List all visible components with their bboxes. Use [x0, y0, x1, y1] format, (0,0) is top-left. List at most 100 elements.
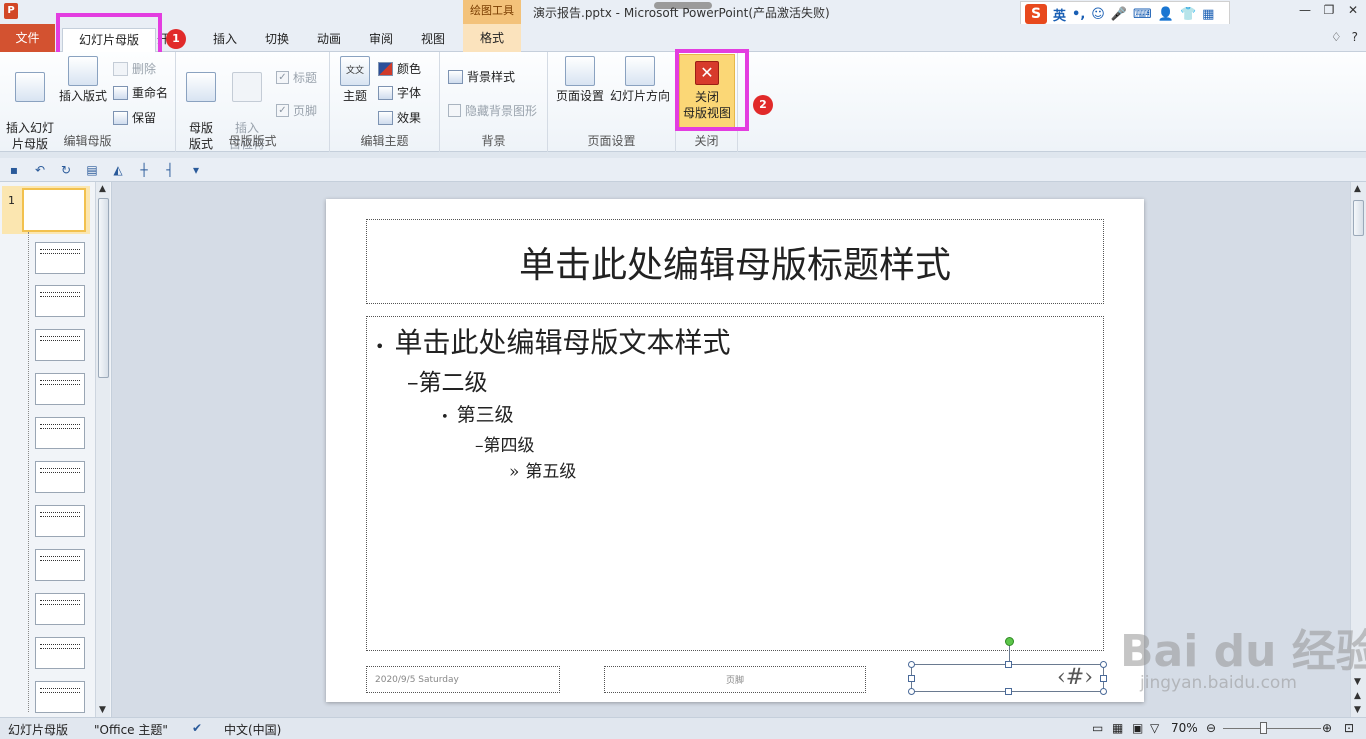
slide-orientation-label: 幻灯片方向: [609, 89, 670, 103]
zoom-in-icon[interactable]: ⊕: [1322, 721, 1332, 735]
undo-icon[interactable]: ↶: [32, 162, 48, 178]
ime-grid-icon[interactable]: ▦: [1202, 7, 1214, 22]
layout-icon[interactable]: ▤: [84, 162, 100, 178]
thumb-layout[interactable]: [35, 505, 85, 537]
thumb-layout[interactable]: [35, 549, 85, 581]
thumb-layout[interactable]: [35, 242, 85, 274]
effects-button[interactable]: 效果: [378, 109, 421, 126]
tab-file[interactable]: 文件: [0, 24, 55, 52]
scroll-down-icon[interactable]: ▼: [99, 705, 106, 715]
tab-animations[interactable]: 动画: [309, 28, 349, 52]
colors-button[interactable]: 颜色: [378, 60, 421, 77]
resize-handle[interactable]: [908, 661, 915, 668]
thumbnails-scroll-thumb[interactable]: [98, 198, 109, 378]
zoom-out-icon[interactable]: ⊖: [1206, 721, 1216, 735]
ime-voice-icon[interactable]: 🎤: [1111, 7, 1127, 22]
annotation-badge-1: 1: [166, 29, 186, 49]
save-icon[interactable]: ▪: [6, 162, 22, 178]
ime-user-icon[interactable]: 👤: [1158, 7, 1174, 22]
restore-button[interactable]: ❐: [1322, 3, 1336, 17]
insert-layout-label: 插入版式: [58, 89, 107, 103]
close-window-button[interactable]: ✕: [1346, 3, 1360, 17]
help-icon[interactable]: ?: [1352, 30, 1358, 44]
ime-punctuation-icon[interactable]: •,: [1072, 7, 1085, 22]
slide-master[interactable]: 单击此处编辑母版标题样式 • 单击此处编辑母版文本样式 –第二级 • 第三级 –第四…: [326, 199, 1144, 702]
footer-placeholder[interactable]: 页脚: [604, 666, 866, 693]
previous-slide-icon[interactable]: ▲: [1354, 691, 1361, 701]
shape-icon[interactable]: ◭: [110, 162, 126, 178]
group-label-background: 背景: [481, 134, 506, 148]
thumb-layout[interactable]: [35, 417, 85, 449]
background-styles-button[interactable]: 背景样式: [448, 68, 515, 85]
background-styles-label: 背景样式: [467, 70, 516, 84]
ime-english-toggle[interactable]: 英: [1053, 5, 1066, 24]
thumb-layout[interactable]: [35, 285, 85, 317]
scroll-up-icon[interactable]: ▲: [1354, 184, 1361, 194]
hide-background-checkbox[interactable]: 隐藏背景图形: [448, 102, 537, 119]
distribute-icon[interactable]: ┤: [162, 162, 178, 178]
rename-button[interactable]: 重命名: [113, 84, 168, 101]
zoom-percent[interactable]: 70%: [1171, 721, 1198, 735]
title-check-label: 标题: [293, 71, 318, 85]
date-text: 2020/9/5 Saturday: [375, 674, 459, 685]
status-theme[interactable]: "Office 主题": [94, 721, 168, 738]
resize-handle[interactable]: [908, 675, 915, 682]
customize-toolbar-icon[interactable]: ▾: [188, 162, 204, 178]
tab-format[interactable]: 格式: [463, 24, 521, 52]
scroll-up-icon[interactable]: ▲: [99, 184, 106, 194]
footer-checkbox[interactable]: ✓ 页脚: [276, 102, 317, 119]
canvas-scroll-thumb[interactable]: [1353, 200, 1364, 236]
group-page-setup: 页面设置 幻灯片方向 页面设置: [548, 52, 676, 152]
date-placeholder[interactable]: 2020/9/5 Saturday: [366, 666, 560, 693]
tab-review[interactable]: 审阅: [361, 28, 401, 52]
insert-layout-button[interactable]: 插入版式: [58, 56, 108, 104]
slideshow-icon[interactable]: ▽: [1150, 721, 1159, 735]
thumb-layout[interactable]: [35, 461, 85, 493]
ime-skin-icon[interactable]: 👕: [1180, 7, 1196, 22]
reading-view-icon[interactable]: ▣: [1132, 721, 1143, 735]
normal-view-icon[interactable]: ▭: [1092, 721, 1103, 735]
thumb-master-slide[interactable]: [22, 188, 86, 232]
thumb-layout[interactable]: [35, 373, 85, 405]
sogou-logo-icon[interactable]: S: [1025, 4, 1047, 24]
spellcheck-icon[interactable]: ✔: [192, 721, 202, 735]
body-placeholder[interactable]: • 单击此处编辑母版文本样式 –第二级 • 第三级 –第四级 » 第五级: [366, 316, 1104, 651]
thumbnails-scrollbar[interactable]: ▲ ▼: [95, 182, 110, 717]
slide-sorter-icon[interactable]: ▦: [1112, 721, 1123, 735]
minimize-ribbon-icon[interactable]: ♢: [1331, 30, 1342, 44]
redo-icon[interactable]: ↻: [58, 162, 74, 178]
themes-button[interactable]: 文文 主题: [338, 56, 372, 104]
tab-transitions[interactable]: 切换: [257, 28, 297, 52]
slide-number-placeholder[interactable]: ‹#›: [908, 637, 1107, 695]
ime-keyboard-icon[interactable]: ⌨: [1133, 7, 1152, 22]
rotation-handle[interactable]: [1005, 637, 1014, 646]
minimize-button[interactable]: —: [1298, 3, 1312, 17]
status-language[interactable]: 中文(中国): [224, 721, 281, 738]
thumb-connector: [28, 232, 29, 712]
resize-handle[interactable]: [1005, 688, 1012, 695]
tab-view[interactable]: 视图: [413, 28, 453, 52]
powerpoint-app-icon[interactable]: P: [4, 3, 18, 19]
thumb-layout[interactable]: [35, 637, 85, 669]
align-icon[interactable]: ┼: [136, 162, 152, 178]
tab-insert[interactable]: 插入: [205, 28, 245, 52]
page-setup-button[interactable]: 页面设置: [554, 56, 606, 104]
zoom-slider-track[interactable]: [1223, 728, 1321, 729]
fit-to-window-icon[interactable]: ⊡: [1344, 721, 1354, 735]
fonts-button[interactable]: 字体: [378, 84, 421, 101]
resize-handle[interactable]: [908, 688, 915, 695]
baidu-watermark: Bai du 经验 jingyan.baidu.com: [1080, 595, 1366, 705]
zoom-slider-knob[interactable]: [1260, 722, 1268, 734]
ime-emoji-icon[interactable]: ☺: [1091, 7, 1105, 22]
resize-handle[interactable]: [1005, 661, 1012, 668]
delete-button[interactable]: 删除: [113, 60, 156, 77]
preserve-button[interactable]: 保留: [113, 109, 156, 126]
colors-icon: [378, 61, 393, 76]
thumb-layout[interactable]: [35, 329, 85, 361]
thumb-layout[interactable]: [35, 593, 85, 625]
thumb-layout[interactable]: [35, 681, 85, 713]
next-slide-icon[interactable]: ▼: [1354, 705, 1361, 715]
slide-orientation-button[interactable]: 幻灯片方向: [608, 56, 672, 104]
title-checkbox[interactable]: ✓ 标题: [276, 69, 317, 86]
title-placeholder[interactable]: 单击此处编辑母版标题样式: [366, 219, 1104, 304]
